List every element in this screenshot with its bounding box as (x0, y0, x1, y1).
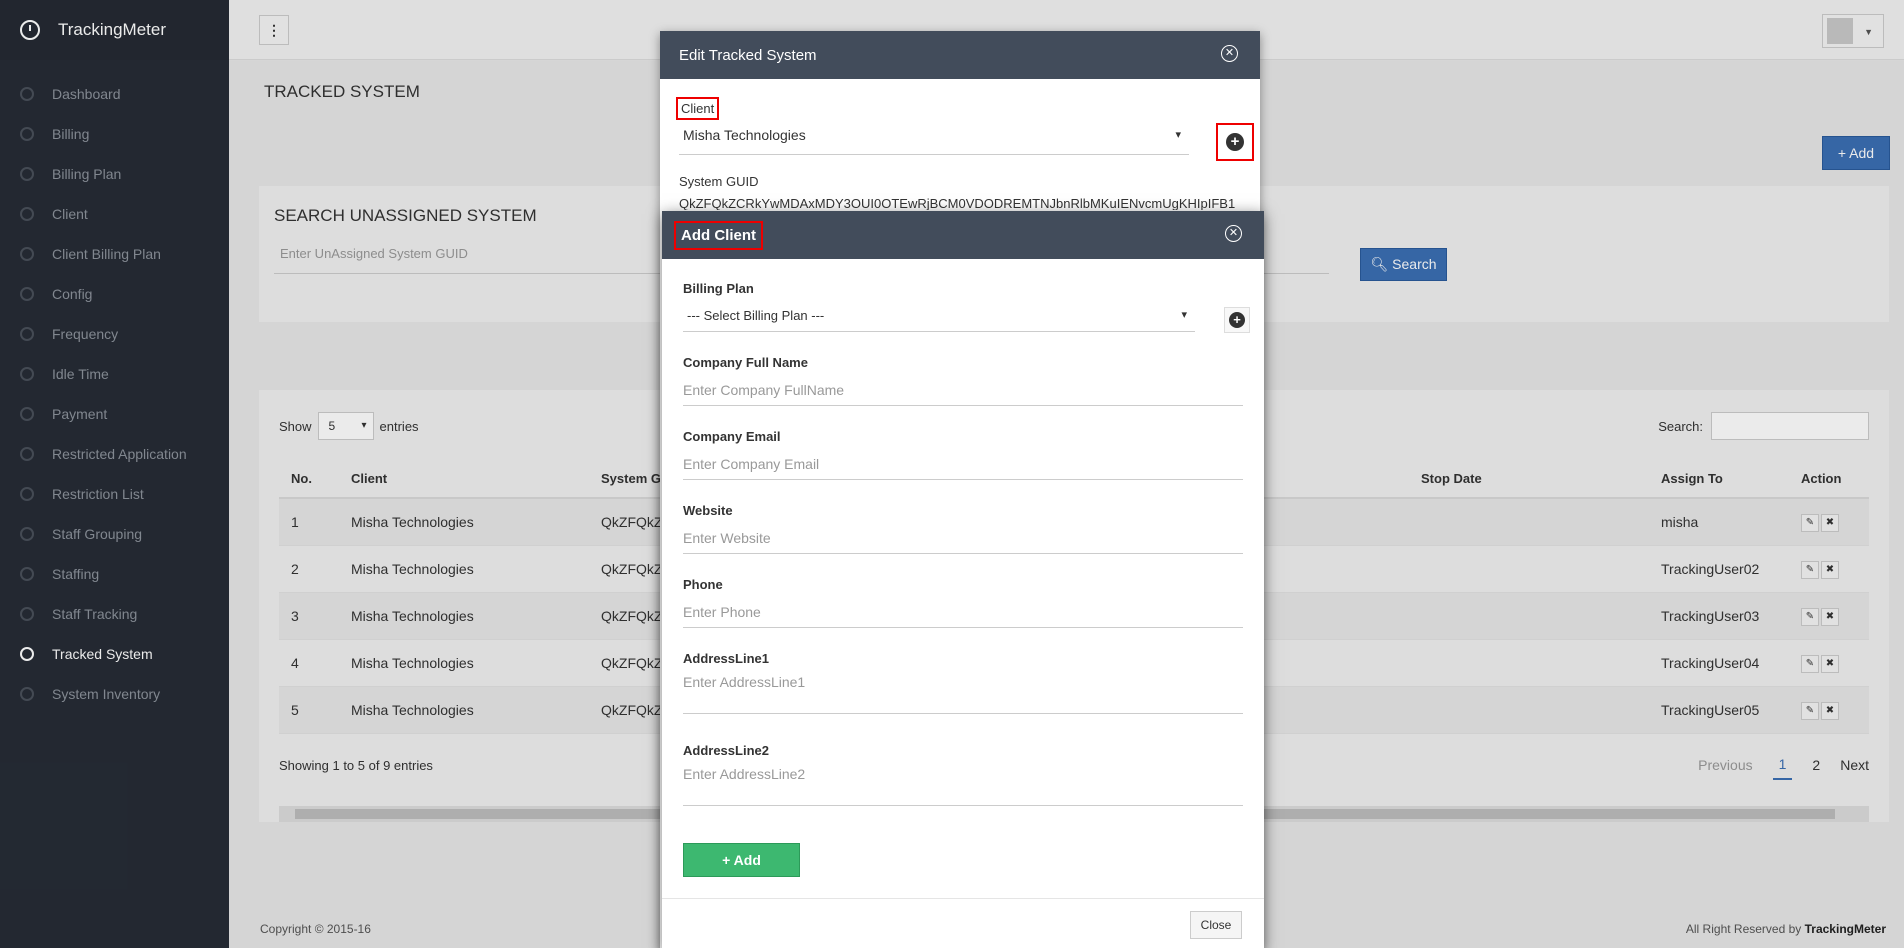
close-icon[interactable]: ✕ (1221, 45, 1238, 62)
modal-header: Edit Tracked System ✕ (660, 31, 1260, 79)
company-name-field: Company Full Name Enter Company FullName (683, 355, 1243, 406)
website-input[interactable]: Enter Website (683, 526, 1243, 554)
billing-plan-label: Billing Plan (683, 281, 754, 296)
address-line1-field: AddressLine1 Enter AddressLine1 (683, 651, 1243, 714)
modal-title: Edit Tracked System (679, 46, 817, 64)
address-line1-input[interactable]: Enter AddressLine1 (683, 674, 1243, 714)
address-line2-input[interactable]: Enter AddressLine2 (683, 766, 1243, 806)
system-guid-value: QkZFQkZCRkYwMDAxMDY3OUI0OTEwRjBCM0VDODRE… (679, 196, 1236, 210)
address-line2-label: AddressLine2 (683, 743, 769, 758)
billing-plan-select[interactable]: --- Select Billing Plan --- (683, 304, 1195, 332)
billing-plan-field: Billing Plan --- Select Billing Plan --- (683, 281, 1243, 332)
close-button[interactable]: Close (1190, 911, 1242, 939)
add-client-modal: Add Client ✕ Billing Plan --- Select Bil… (662, 211, 1264, 948)
company-name-input[interactable]: Enter Company FullName (683, 378, 1243, 406)
add-client-button[interactable]: + (1216, 123, 1254, 161)
phone-field: Phone Enter Phone (683, 577, 1243, 628)
modal-footer: Close (662, 898, 1264, 948)
system-guid-label: System GUID (679, 174, 759, 189)
plus-circle-icon: + (1229, 312, 1245, 328)
add-client-submit-button[interactable]: + Add (683, 843, 800, 877)
client-label: Client (676, 97, 720, 120)
modal-title: Add Client (674, 220, 763, 250)
plus-circle-icon: + (1226, 133, 1244, 151)
company-email-field: Company Email Enter Company Email (683, 429, 1243, 480)
address-line1-label: AddressLine1 (683, 651, 769, 666)
company-email-label: Company Email (683, 429, 781, 444)
close-icon[interactable]: ✕ (1225, 225, 1242, 242)
phone-label: Phone (683, 577, 723, 592)
client-select[interactable]: Misha Technologies (679, 123, 1189, 155)
modal-header: Add Client ✕ (662, 211, 1264, 259)
phone-input[interactable]: Enter Phone (683, 600, 1243, 628)
company-email-input[interactable]: Enter Company Email (683, 452, 1243, 480)
address-line2-field: AddressLine2 Enter AddressLine2 (683, 743, 1243, 806)
company-name-label: Company Full Name (683, 355, 808, 370)
add-billing-plan-button[interactable]: + (1224, 307, 1250, 333)
website-label: Website (683, 503, 733, 518)
website-field: Website Enter Website (683, 503, 1243, 554)
